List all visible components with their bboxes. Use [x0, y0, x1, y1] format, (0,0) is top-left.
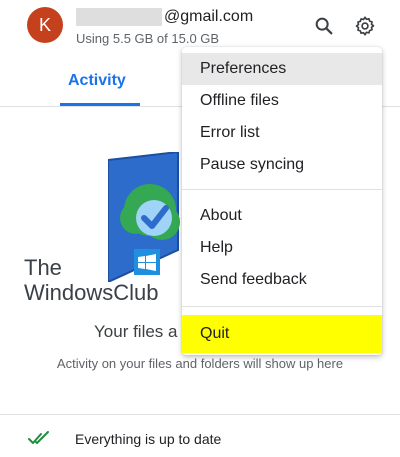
- menu-item-quit[interactable]: Quit: [182, 315, 382, 353]
- double-check-icon: [28, 431, 49, 444]
- watermark-logo: [134, 249, 160, 275]
- menu-separator: [182, 189, 382, 190]
- menu-item-pause-syncing[interactable]: Pause syncing: [182, 149, 382, 181]
- tab-activity[interactable]: Activity: [68, 72, 126, 90]
- gear-icon[interactable]: [354, 15, 376, 37]
- menu-item-send-feedback[interactable]: Send feedback: [182, 264, 382, 296]
- menu-separator: [182, 306, 382, 307]
- menu-item-offline-files[interactable]: Offline files: [182, 85, 382, 117]
- watermark-line1: The: [24, 255, 62, 280]
- search-icon[interactable]: [313, 15, 335, 37]
- footer-divider: [0, 414, 400, 415]
- empty-state-title: Your files a: [94, 322, 178, 341]
- menu-item-about[interactable]: About: [182, 200, 382, 232]
- sync-status: Everything is up to date: [75, 431, 222, 447]
- email-domain: @gmail.com: [164, 8, 254, 25]
- menu-item-error-list[interactable]: Error list: [182, 117, 382, 149]
- email-redacted-block: [76, 8, 162, 26]
- avatar[interactable]: K: [27, 7, 63, 43]
- menu-item-preferences[interactable]: Preferences: [182, 53, 382, 85]
- empty-state-subtitle: Activity on your files and folders will …: [56, 356, 344, 371]
- menu-item-help[interactable]: Help: [182, 232, 382, 264]
- settings-menu: Preferences Offline files Error list Pau…: [182, 47, 382, 355]
- watermark-line2: WindowsClub: [24, 280, 159, 305]
- storage-usage: Using 5.5 GB of 15.0 GB: [76, 31, 220, 46]
- account-email: @gmail.com: [76, 7, 253, 27]
